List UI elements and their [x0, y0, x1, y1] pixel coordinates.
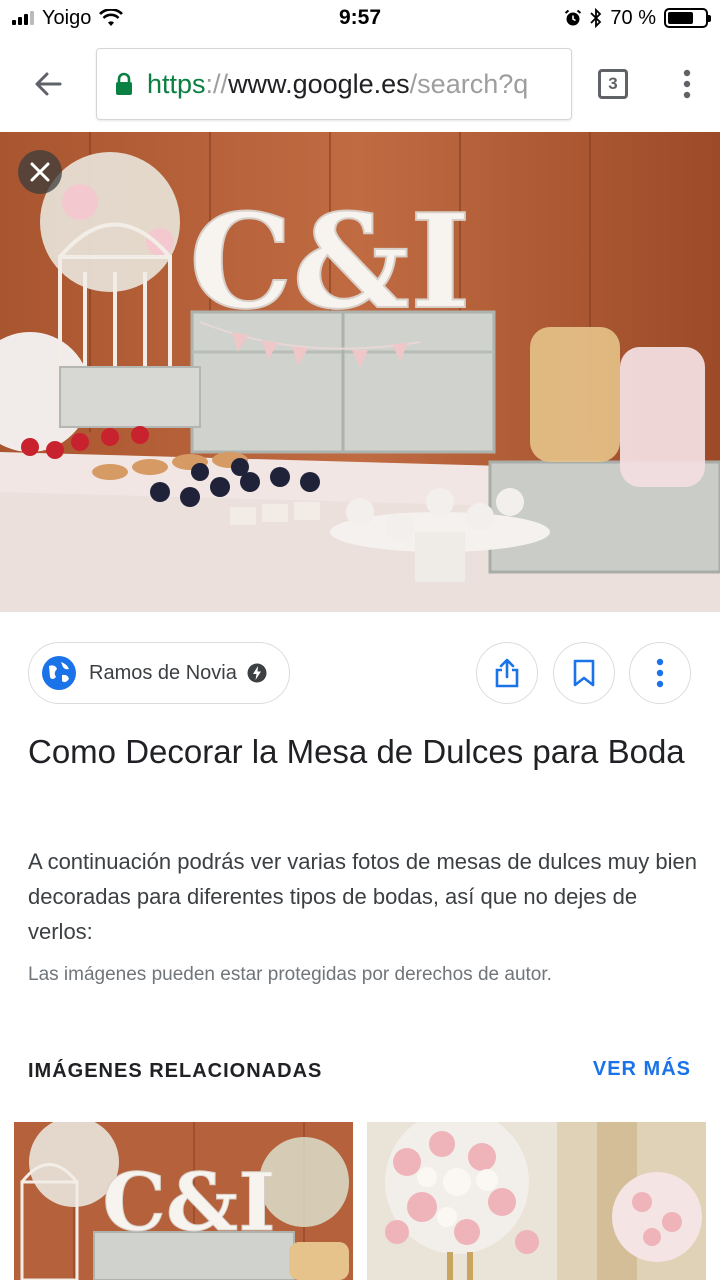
browser-toolbar: https://www.google.es/search?q 3 [0, 36, 720, 132]
browser-menu-button[interactable] [654, 36, 720, 132]
related-thumbnail-1[interactable]: C&I [14, 1122, 353, 1280]
bookmark-icon [573, 659, 595, 687]
related-thumbnail-2[interactable] [367, 1122, 706, 1280]
carrier-name: Yoigo [42, 6, 92, 29]
source-chip[interactable]: Ramos de Novia [28, 642, 290, 704]
battery-level [668, 12, 694, 24]
more-vert-icon [683, 69, 691, 99]
back-button[interactable] [0, 36, 96, 132]
alarm-icon [565, 9, 582, 26]
tabs-icon: 3 [598, 69, 628, 99]
image-title[interactable]: Como Decorar la Mesa de Dulces para Boda [28, 726, 688, 778]
source-name: Ramos de Novia [89, 661, 237, 684]
battery-percent: 70 % [610, 6, 656, 29]
more-vert-icon [656, 658, 664, 688]
battery-icon [664, 8, 711, 28]
status-bar: Yoigo 9:57 70 % [0, 0, 720, 36]
share-button[interactable] [476, 642, 538, 704]
see-more-link[interactable]: VER MÁS [593, 1058, 691, 1081]
more-options-button[interactable] [629, 642, 691, 704]
url-scheme: https [147, 68, 206, 99]
back-arrow-icon [35, 72, 62, 96]
tab-count: 3 [608, 74, 618, 93]
hero-image[interactable]: C&I [0, 132, 720, 612]
tabs-button[interactable]: 3 [572, 36, 654, 132]
hero-letters: C&I [189, 185, 471, 338]
url-host: www.google.es [228, 68, 410, 99]
globe-icon [42, 656, 76, 690]
bookmark-button[interactable] [553, 642, 615, 704]
lock-icon [116, 72, 132, 95]
close-icon [30, 162, 50, 182]
bluetooth-icon [590, 8, 602, 28]
wifi-icon [99, 9, 124, 26]
clock: 9:57 [338, 6, 382, 29]
address-bar[interactable]: https://www.google.es/search?q [96, 48, 572, 120]
close-button[interactable] [18, 150, 62, 194]
thumb-letters: C&I [102, 1155, 275, 1249]
signal-icon [12, 11, 34, 25]
amp-bolt-icon [247, 663, 267, 683]
share-icon [495, 658, 519, 688]
image-description: A continuación podrás ver varias fotos d… [28, 849, 697, 944]
url-separator: :// [205, 68, 229, 99]
url-path: /search?q [409, 68, 529, 99]
url-text: https://www.google.es/search?q [147, 69, 528, 100]
related-images-header: IMÁGENES RELACIONADAS [28, 1060, 323, 1082]
copyright-notice: Las imágenes pueden estar protegidas por… [28, 964, 552, 985]
